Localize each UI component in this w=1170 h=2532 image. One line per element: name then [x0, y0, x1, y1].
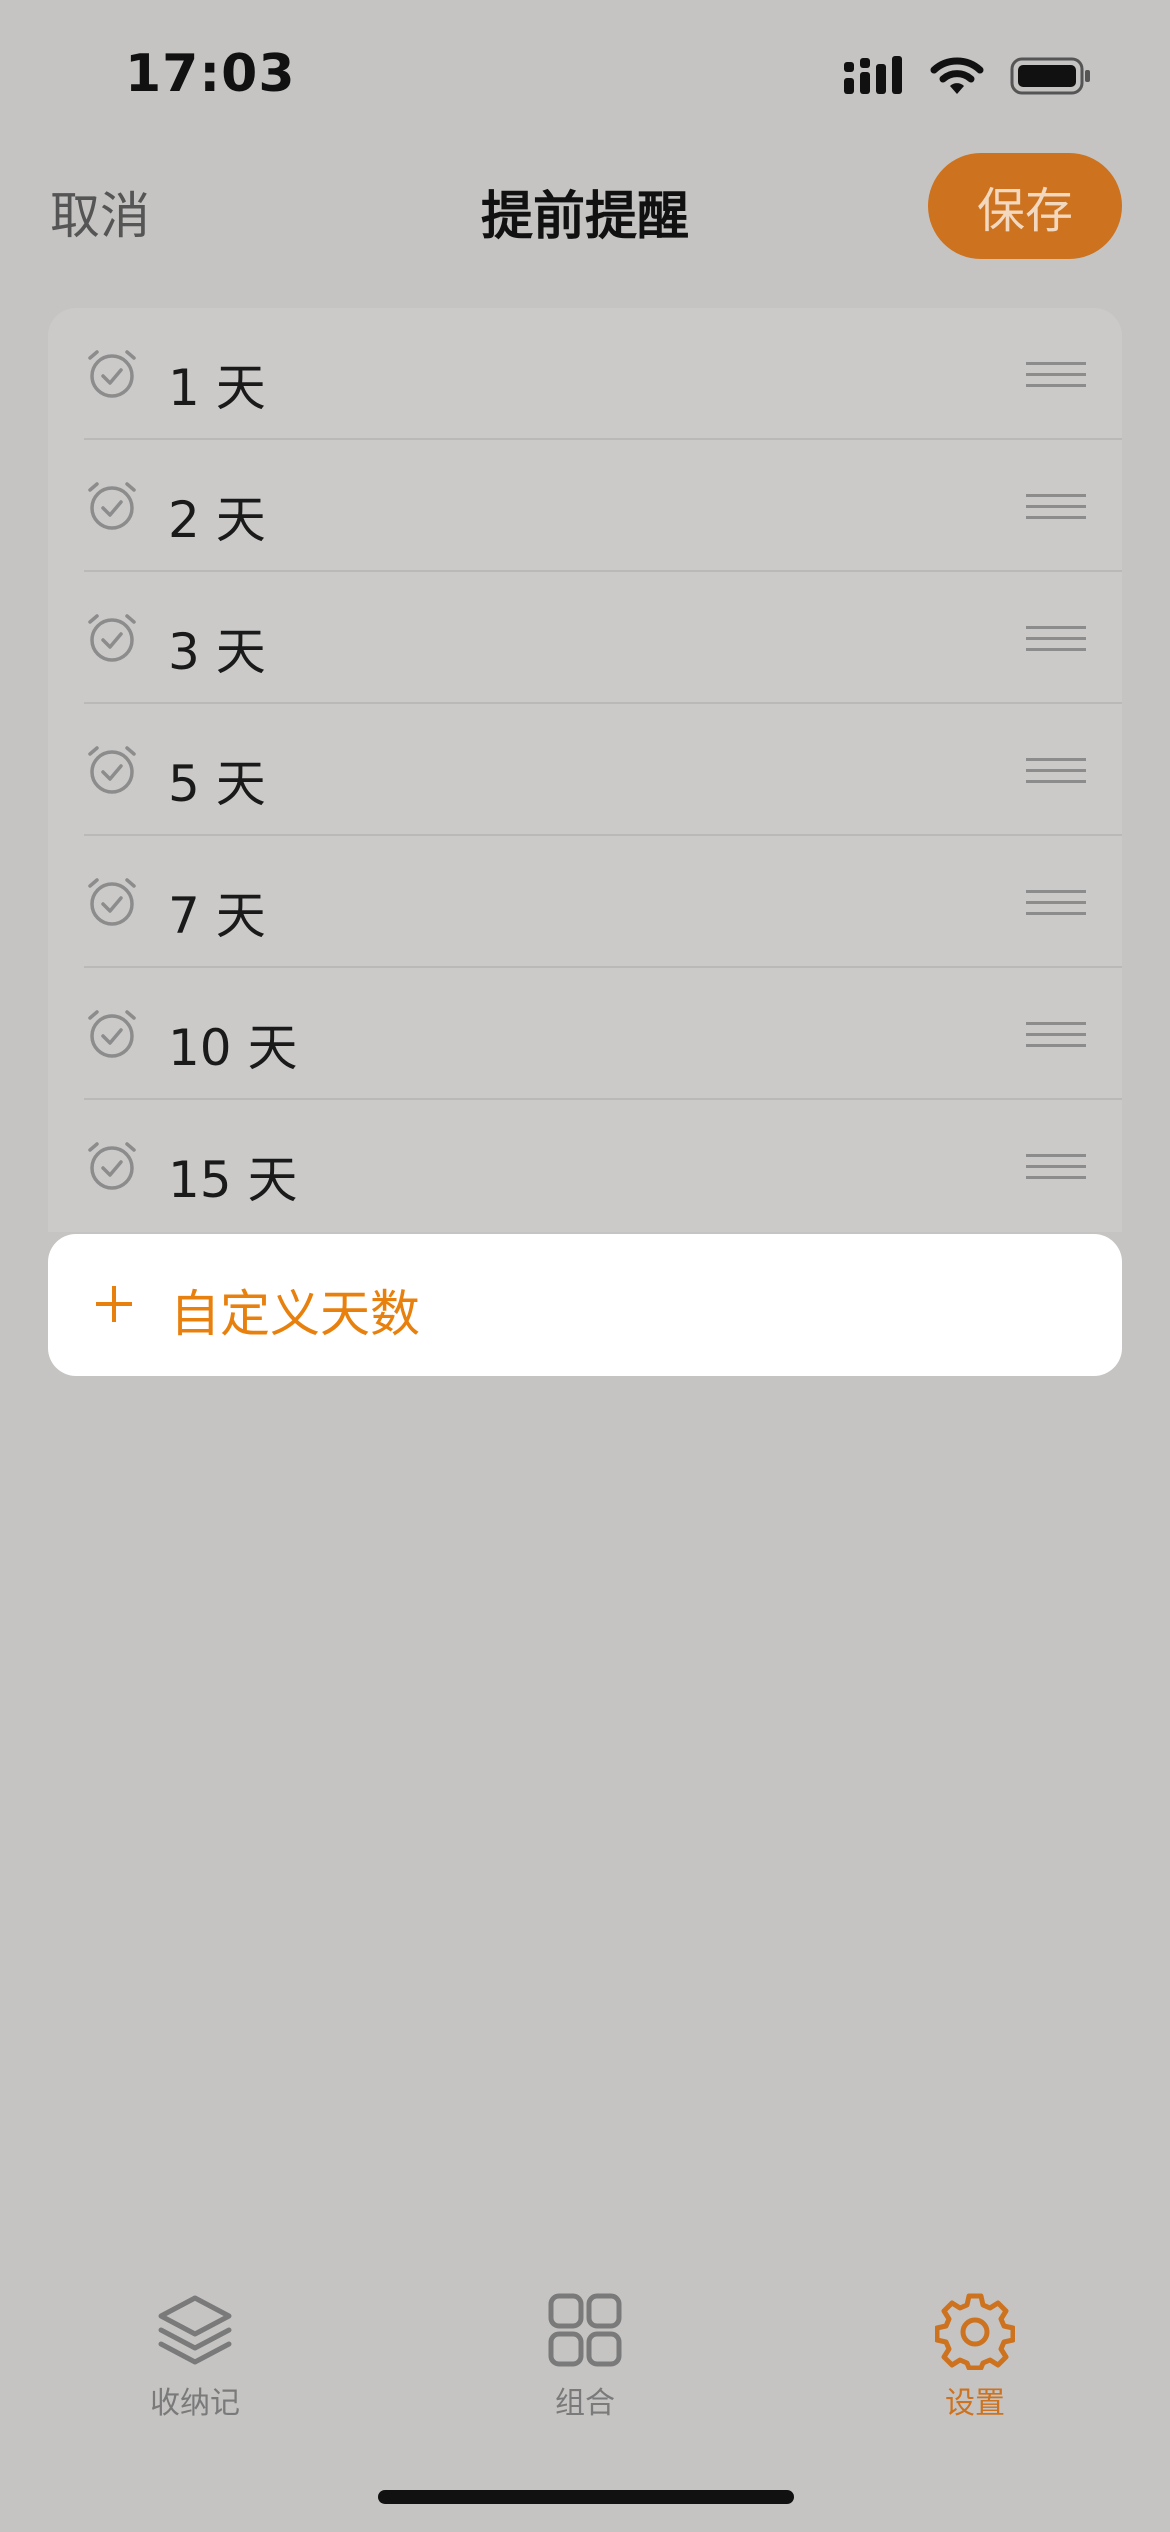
reminder-label: 7 天 — [168, 887, 266, 945]
alarm-check-icon — [88, 1010, 136, 1058]
alarm-check-icon — [88, 878, 136, 926]
alarm-check-icon — [88, 1142, 136, 1190]
tab-combination[interactable]: 组合 — [455, 2290, 715, 2430]
plus-icon — [96, 1286, 132, 1322]
status-bar: 17:03 — [0, 0, 1170, 150]
cellular-signal-icon — [844, 56, 902, 94]
list-item[interactable]: 10 天 — [48, 968, 1122, 1100]
reminder-label: 2 天 — [168, 491, 266, 549]
tab-label: 设置 — [945, 2386, 1005, 2421]
reminder-label: 10 天 — [168, 1019, 298, 1077]
tab-label: 收纳记 — [150, 2386, 240, 2421]
alarm-check-icon — [88, 746, 136, 794]
tab-storage[interactable]: 收纳记 — [65, 2290, 325, 2430]
drag-handle-icon[interactable] — [1026, 1152, 1086, 1182]
add-custom-days-button[interactable]: 自定义天数 — [48, 1234, 1122, 1376]
drag-handle-icon[interactable] — [1026, 492, 1086, 522]
wifi-icon — [930, 57, 984, 94]
reminder-label: 1 天 — [168, 359, 266, 417]
layers-icon — [158, 2295, 232, 2365]
status-icons — [844, 54, 1092, 98]
list-item[interactable]: 5 天 — [48, 704, 1122, 836]
reminder-label: 5 天 — [168, 755, 266, 813]
drag-handle-icon[interactable] — [1026, 1020, 1086, 1050]
alarm-check-icon — [88, 350, 136, 398]
list-item[interactable]: 7 天 — [48, 836, 1122, 968]
list-item[interactable]: 1 天 — [48, 308, 1122, 440]
drag-handle-icon[interactable] — [1026, 360, 1086, 390]
status-time: 17:03 — [125, 44, 296, 104]
drag-handle-icon[interactable] — [1026, 624, 1086, 654]
grid-icon — [548, 2293, 622, 2367]
tab-settings[interactable]: 设置 — [845, 2290, 1105, 2430]
reminder-list: 1 天 2 天 3 天 5 天 7 天 10 天 15 天 — [48, 308, 1122, 1232]
gear-icon — [935, 2293, 1015, 2370]
alarm-check-icon — [88, 614, 136, 662]
alarm-check-icon — [88, 482, 136, 530]
add-custom-days-label: 自定义天数 — [170, 1285, 420, 1343]
list-item[interactable]: 3 天 — [48, 572, 1122, 704]
home-indicator[interactable] — [378, 2490, 794, 2504]
list-item[interactable]: 2 天 — [48, 440, 1122, 572]
save-button[interactable]: 保存 — [928, 153, 1122, 259]
battery-icon — [1010, 57, 1090, 95]
drag-handle-icon[interactable] — [1026, 756, 1086, 786]
nav-bar: 取消 提前提醒 保存 — [0, 150, 1170, 266]
drag-handle-icon[interactable] — [1026, 888, 1086, 918]
list-item[interactable]: 15 天 — [48, 1100, 1122, 1232]
reminder-label: 3 天 — [168, 623, 266, 681]
tab-bar: 收纳记 组合 设置 — [0, 2290, 1170, 2450]
tab-label: 组合 — [555, 2386, 615, 2421]
reminder-label: 15 天 — [168, 1151, 298, 1209]
